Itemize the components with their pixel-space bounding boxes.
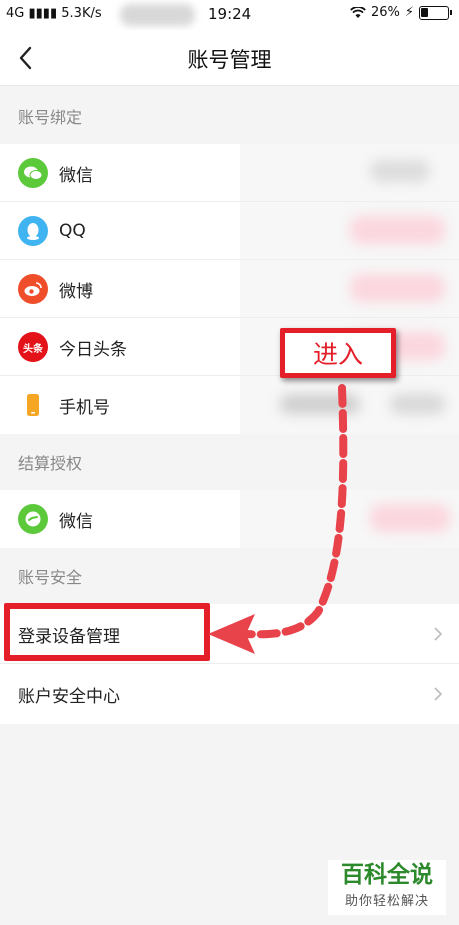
- binding-item-qq[interactable]: QQ: [0, 202, 459, 260]
- chevron-right-icon: [434, 627, 443, 641]
- toutiao-icon: 头条: [18, 332, 48, 362]
- signal-icon: ▮▮▮▮: [28, 6, 58, 21]
- blurred-status: [240, 490, 459, 548]
- watermark-title: 百科全说: [341, 862, 433, 888]
- security-label: 账户安全中心: [18, 686, 120, 707]
- weibo-icon: [18, 274, 48, 304]
- section-header-settlement: 结算授权: [18, 454, 83, 473]
- enter-callout: 进入: [280, 328, 396, 378]
- status-bar: 4G ▮▮▮▮ 5.3K/s 19:24 26% ⚡: [0, 0, 459, 30]
- battery-icon: [419, 5, 452, 20]
- blurred-status: [240, 202, 459, 260]
- binding-label: 手机号: [59, 397, 110, 418]
- section-header-binding: 账号绑定: [18, 108, 83, 127]
- network-type: 4G: [6, 6, 25, 21]
- blurred-carrier: [120, 4, 195, 26]
- binding-item-wechat[interactable]: 微信: [0, 144, 459, 202]
- qq-icon: [18, 216, 48, 246]
- binding-item-weibo[interactable]: 微博: [0, 260, 459, 318]
- account-security-center[interactable]: 账户安全中心: [0, 664, 459, 724]
- binding-label: QQ: [59, 221, 86, 241]
- battery-percent: 26%: [370, 5, 400, 20]
- blurred-status: [240, 260, 459, 318]
- blurred-status: [240, 144, 459, 202]
- settlement-label: 微信: [59, 511, 93, 532]
- highlight-box: [4, 603, 210, 661]
- watermark-logo: 百科全说 助你轻松解决: [328, 860, 446, 915]
- status-time: 19:24: [208, 5, 252, 23]
- chevron-right-icon: [434, 687, 443, 701]
- page-title: 账号管理: [187, 48, 272, 72]
- binding-label: 微信: [59, 165, 93, 186]
- binding-label: 微博: [59, 281, 93, 302]
- wechat-icon: [18, 158, 48, 188]
- section-header-security: 账号安全: [18, 568, 83, 587]
- watermark-subtitle: 助你轻松解决: [344, 894, 429, 909]
- battery-fill: [421, 7, 428, 17]
- nav-bar: 账号管理: [0, 30, 459, 86]
- status-right: 26% ⚡: [350, 5, 452, 20]
- network-speed: 5.3K/s: [61, 6, 102, 21]
- wifi-icon: [350, 6, 366, 18]
- wechat-pay-icon: [18, 504, 48, 534]
- network-indicator: 4G ▮▮▮▮ 5.3K/s: [6, 6, 102, 21]
- binding-item-phone[interactable]: 手机号: [0, 376, 459, 434]
- blurred-status: [240, 376, 459, 434]
- charging-icon: ⚡: [404, 5, 414, 20]
- phone-icon: [18, 390, 48, 420]
- binding-label: 今日头条: [59, 339, 127, 360]
- settlement-item-wechat[interactable]: 微信: [0, 490, 459, 548]
